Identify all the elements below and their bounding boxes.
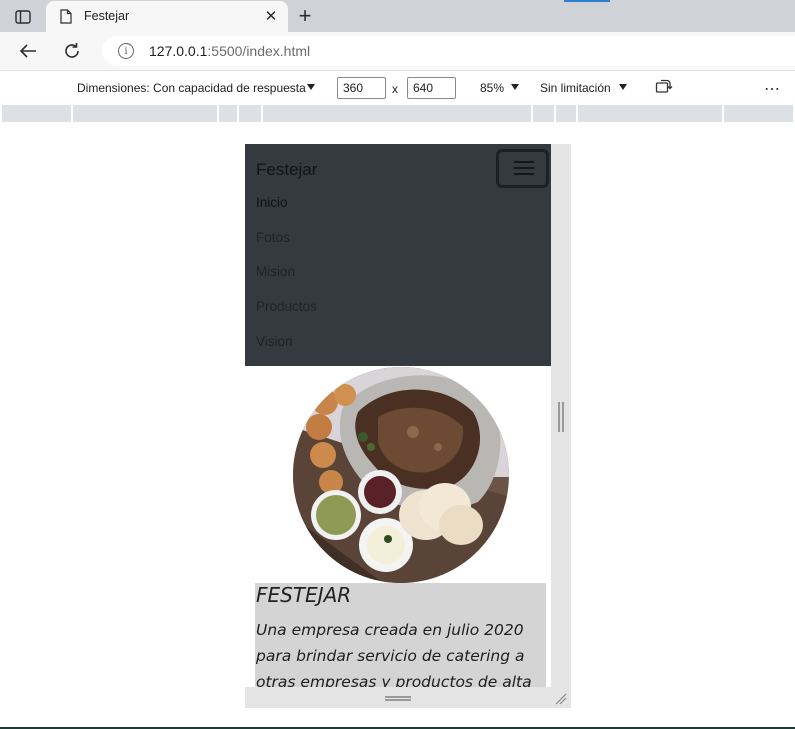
caption-title: FESTEJAR bbox=[256, 583, 352, 607]
nav-link-mision[interactable]: Mision bbox=[256, 264, 295, 279]
url-path: :5500/index.html bbox=[207, 43, 311, 59]
media-query-segment[interactable] bbox=[239, 105, 261, 122]
site-navbar: Festejar Inicio Fotos Mision Productos V… bbox=[245, 144, 551, 366]
dimensions-dropdown[interactable]: Dimensiones: Con capacidad de respuesta bbox=[77, 81, 306, 95]
media-query-segment[interactable] bbox=[263, 105, 531, 122]
back-arrow-icon[interactable] bbox=[16, 40, 40, 62]
device-toolbar: Dimensiones: Con capacidad de respuesta … bbox=[0, 70, 795, 105]
media-query-segment[interactable] bbox=[2, 105, 71, 122]
zoom-dropdown[interactable]: 85% bbox=[480, 81, 504, 95]
close-tab-icon[interactable]: ✕ bbox=[262, 7, 280, 25]
device-frame: Festejar Inicio Fotos Mision Productos V… bbox=[245, 144, 571, 708]
menu-toggle-button[interactable] bbox=[496, 149, 549, 188]
media-query-segment[interactable] bbox=[556, 105, 576, 122]
hero-caption: FESTEJAR Una empresa creada en julio 202… bbox=[255, 583, 546, 687]
document-icon bbox=[60, 9, 72, 29]
caption-text: Una empresa creada en julio 2020 para br… bbox=[256, 621, 532, 687]
media-query-segment[interactable] bbox=[724, 105, 793, 122]
url-text: 127.0.0.1:5500/index.html bbox=[149, 43, 310, 59]
browser-tab-strip: Festejar ✕ + bbox=[0, 0, 795, 32]
media-query-segment[interactable] bbox=[219, 105, 237, 122]
page-viewport: Festejar Inicio Fotos Mision Productos V… bbox=[245, 144, 551, 687]
width-input[interactable]: 360 bbox=[337, 77, 386, 99]
media-query-segment[interactable] bbox=[578, 105, 722, 122]
site-brand[interactable]: Festejar bbox=[256, 160, 317, 180]
catering-photo bbox=[293, 367, 509, 583]
address-toolbar: i 127.0.0.1:5500/index.html bbox=[0, 32, 795, 70]
hamburger-icon bbox=[514, 173, 534, 175]
chevron-down-icon[interactable] bbox=[307, 84, 315, 90]
chevron-down-icon[interactable] bbox=[619, 84, 627, 90]
site-info-icon[interactable]: i bbox=[118, 43, 134, 59]
url-host: 127.0.0.1 bbox=[149, 43, 208, 59]
tab-title: Festejar bbox=[84, 9, 130, 23]
refresh-icon[interactable] bbox=[60, 40, 84, 62]
hamburger-icon bbox=[514, 161, 534, 163]
corner-resize-icon[interactable] bbox=[555, 692, 567, 710]
hamburger-icon bbox=[514, 167, 534, 169]
nav-link-inicio[interactable]: Inicio bbox=[256, 195, 288, 210]
throttling-dropdown[interactable]: Sin limitación bbox=[540, 81, 611, 95]
rotate-icon[interactable] bbox=[655, 79, 673, 100]
nav-link-fotos[interactable]: Fotos bbox=[256, 230, 290, 245]
chevron-down-icon[interactable] bbox=[511, 84, 519, 90]
height-input[interactable]: 640 bbox=[407, 77, 456, 99]
dimension-separator: x bbox=[392, 82, 398, 96]
nav-link-productos[interactable]: Productos bbox=[256, 299, 317, 314]
media-query-segment[interactable] bbox=[73, 105, 217, 122]
nav-link-vision[interactable]: Vision bbox=[256, 334, 293, 349]
url-field[interactable]: i 127.0.0.1:5500/index.html bbox=[102, 36, 795, 66]
vertical-resize-handle[interactable] bbox=[558, 402, 564, 432]
horizontal-resize-handle[interactable] bbox=[385, 696, 411, 701]
media-query-bar bbox=[0, 105, 795, 122]
window-accent bbox=[564, 0, 610, 2]
more-options-icon[interactable]: ⋯ bbox=[764, 79, 781, 99]
media-query-segment[interactable] bbox=[533, 105, 554, 122]
new-tab-icon[interactable]: + bbox=[293, 4, 317, 28]
browser-tab[interactable]: Festejar ✕ bbox=[46, 1, 288, 32]
tab-actions-icon[interactable] bbox=[10, 6, 36, 28]
